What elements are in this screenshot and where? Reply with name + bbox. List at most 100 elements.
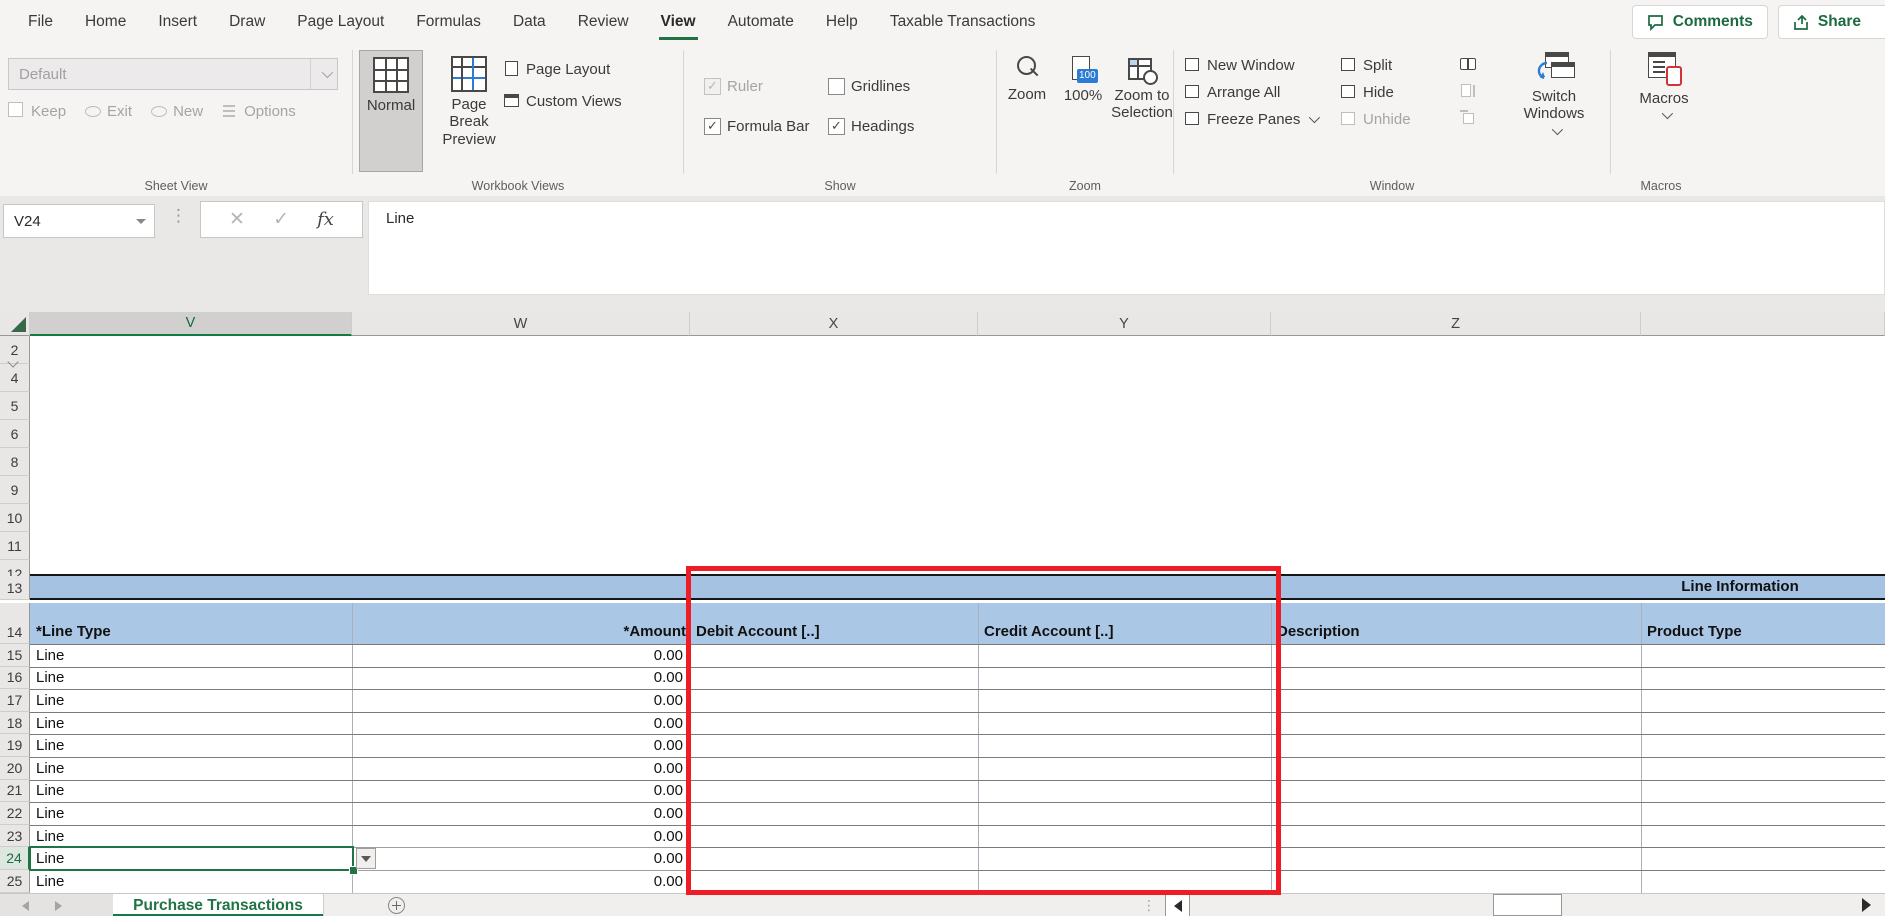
menu-tab-view[interactable]: View	[645, 0, 712, 44]
row-header-4[interactable]: 4	[0, 364, 30, 392]
row-header-20[interactable]: 20	[0, 757, 30, 780]
unhide-button[interactable]: Unhide	[1340, 110, 1411, 128]
row-header-25[interactable]: 25	[0, 870, 30, 893]
comments-button[interactable]: Comments	[1632, 5, 1768, 39]
zoom-button[interactable]: Zoom	[999, 48, 1055, 122]
keep-button[interactable]: Keep	[8, 102, 66, 120]
row-header-15[interactable]: 15	[0, 644, 30, 667]
menu-tab-file[interactable]: File	[12, 0, 69, 44]
table-header-product-type[interactable]: Product Type	[1641, 603, 1885, 644]
checkbox-formula-bar[interactable]: ✓Formula Bar	[704, 106, 814, 146]
cell-W15[interactable]: 0.00	[352, 644, 688, 667]
cell-V23[interactable]: Line	[30, 825, 352, 848]
zoom-100-button[interactable]: 100 100%	[1055, 48, 1111, 122]
menu-tab-formulas[interactable]: Formulas	[400, 0, 497, 44]
prev-sheet-icon[interactable]	[22, 901, 29, 911]
name-box[interactable]: V24	[3, 204, 155, 238]
row-header-5[interactable]: 5	[0, 392, 30, 420]
macros-button[interactable]: Macros	[1621, 46, 1707, 170]
row-header-21[interactable]: 21	[0, 780, 30, 803]
cell-V19[interactable]: Line	[30, 734, 352, 757]
row-header-23[interactable]: 23	[0, 825, 30, 848]
checkbox-gridlines[interactable]: Gridlines	[828, 66, 914, 106]
menu-tab-data[interactable]: Data	[497, 0, 562, 44]
normal-view-button[interactable]: Normal	[359, 50, 423, 172]
view-side-by-side-icon[interactable]	[1460, 56, 1478, 74]
row-header-8[interactable]: 8	[0, 448, 30, 476]
hscroll-right-arrow[interactable]	[1862, 898, 1871, 912]
cell-W19[interactable]: 0.00	[352, 734, 688, 757]
row-header-17[interactable]: 17	[0, 689, 30, 712]
checkbox-ruler[interactable]: ✓Ruler	[704, 66, 814, 106]
table-header--line-type[interactable]: *Line Type	[30, 603, 352, 644]
data-validation-dropdown-button[interactable]	[356, 848, 376, 869]
custom-views-button[interactable]: Custom Views	[503, 92, 622, 110]
column-header-V[interactable]: V	[30, 312, 352, 336]
row-header-14[interactable]: 14	[0, 603, 30, 644]
row-header-19[interactable]: 19	[0, 734, 30, 757]
next-sheet-icon[interactable]	[55, 901, 62, 911]
cell-W17[interactable]: 0.00	[352, 689, 688, 712]
menu-tab-taxable-transactions[interactable]: Taxable Transactions	[874, 0, 1052, 44]
row-header-11[interactable]: 11	[0, 532, 30, 560]
row-header-13[interactable]: 13	[0, 576, 30, 600]
column-header-Z[interactable]: Z	[1271, 312, 1641, 336]
hscroll-thumb[interactable]	[1493, 894, 1562, 916]
cell-V15[interactable]: Line	[30, 644, 352, 667]
cell-V18[interactable]: Line	[30, 712, 352, 735]
cell-V20[interactable]: Line	[30, 757, 352, 780]
column-header-right-stub[interactable]	[1641, 312, 1885, 336]
arrange-all-button[interactable]: Arrange All	[1184, 83, 1317, 101]
cell-V22[interactable]: Line	[30, 802, 352, 825]
row-header-22[interactable]: 22	[0, 802, 30, 825]
page-layout-button[interactable]: Page Layout	[503, 60, 622, 78]
column-header-Y[interactable]: Y	[978, 312, 1271, 336]
cell-W22[interactable]: 0.00	[352, 802, 688, 825]
tabbar-splitter[interactable]: ⋮	[1142, 895, 1156, 915]
cell-W23[interactable]: 0.00	[352, 825, 688, 848]
split-button[interactable]: Split	[1340, 56, 1411, 74]
row-header-16[interactable]: 16	[0, 667, 30, 690]
menu-tab-home[interactable]: Home	[69, 0, 142, 44]
formula-bar-splitter[interactable]: ⋮	[170, 206, 187, 226]
reset-window-position-icon[interactable]	[1460, 110, 1478, 128]
formula-input[interactable]: Line	[368, 201, 1885, 295]
row-header-18[interactable]: 18	[0, 712, 30, 735]
new-sheet-button[interactable]	[388, 897, 405, 914]
freeze-panes-button[interactable]: Freeze Panes	[1184, 110, 1317, 128]
cell-W16[interactable]: 0.00	[352, 667, 688, 690]
row-header-6[interactable]: 6	[0, 420, 30, 448]
sheet-tab-purchase-transactions[interactable]: Purchase Transactions	[113, 894, 324, 916]
combo-chevron-icon[interactable]	[310, 59, 337, 89]
row-header-10[interactable]: 10	[0, 504, 30, 532]
options-button[interactable]: Options	[221, 102, 296, 120]
cell-W20[interactable]: 0.00	[352, 757, 688, 780]
row-header-24[interactable]: 24	[0, 847, 30, 870]
column-header-W[interactable]: W	[352, 312, 690, 336]
cell-V21[interactable]: Line	[30, 780, 352, 803]
hide-button[interactable]: Hide	[1340, 83, 1411, 101]
selected-cell-V24[interactable]	[29, 846, 354, 871]
hscroll-left-arrow[interactable]	[1165, 894, 1190, 916]
menu-tab-insert[interactable]: Insert	[142, 0, 213, 44]
name-box-chevron-icon[interactable]	[136, 219, 146, 224]
new-window-button[interactable]: New Window	[1184, 56, 1317, 74]
page-break-preview-button[interactable]: Page Break Preview	[427, 50, 511, 170]
menu-tab-help[interactable]: Help	[810, 0, 874, 44]
checkbox-headings[interactable]: ✓Headings	[828, 106, 914, 146]
row-header-9[interactable]: 9	[0, 476, 30, 504]
cell-W21[interactable]: 0.00	[352, 780, 688, 803]
exit-button[interactable]: Exit	[84, 102, 132, 120]
switch-windows-button[interactable]: Switch Windows	[1504, 46, 1604, 170]
cancel-entry-icon[interactable]: ✕	[229, 208, 245, 231]
menu-tab-review[interactable]: Review	[562, 0, 645, 44]
insert-function-icon[interactable]: fx	[317, 209, 334, 230]
table-header--amount[interactable]: *Amount	[352, 603, 690, 644]
sheet-view-combo[interactable]: Default	[8, 58, 338, 90]
confirm-entry-icon[interactable]: ✓	[273, 208, 289, 231]
menu-tab-draw[interactable]: Draw	[213, 0, 281, 44]
menu-tab-automate[interactable]: Automate	[712, 0, 810, 44]
new-sheet-view-button[interactable]: New	[150, 102, 203, 120]
synchronous-scrolling-icon[interactable]	[1460, 83, 1478, 101]
select-all-corner[interactable]	[0, 312, 30, 336]
